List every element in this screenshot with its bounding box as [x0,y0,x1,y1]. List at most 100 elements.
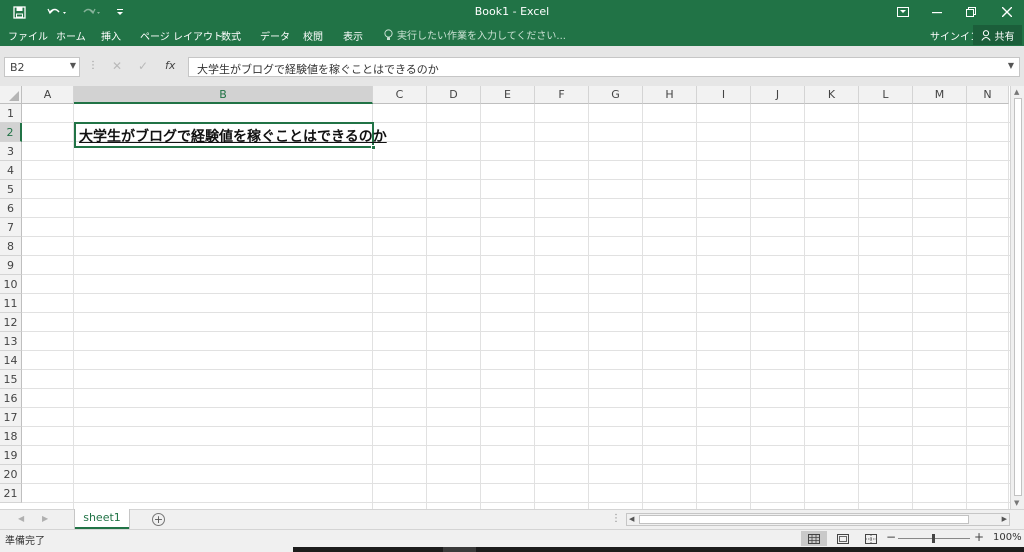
row-header-1[interactable]: 1 [0,104,22,123]
row-header-9[interactable]: 9 [0,256,22,275]
zoom-slider[interactable] [898,534,970,543]
column-header-c[interactable]: C [373,86,427,104]
column-header-j[interactable]: J [751,86,805,104]
previous-sheet-icon[interactable]: ◀ [18,514,24,523]
tab-home[interactable]: ホーム [56,28,86,43]
row-header-12[interactable]: 12 [0,313,22,332]
share-button[interactable]: 共有 [973,25,1022,45]
scroll-down-icon[interactable]: ▼ [1014,499,1019,507]
worksheet-grid[interactable]: ABCDEFGHIJKLMN 1 2 3 4 5 6 7 8 9 10 11 12 13 14 15 16 17… [0,86,1024,509]
normal-view-icon[interactable] [801,531,827,546]
row-header-16[interactable]: 16 [0,389,22,408]
scroll-left-icon[interactable]: ◀ [629,515,634,523]
row-header-14[interactable]: 14 [0,351,22,370]
page-break-view-icon[interactable] [858,531,884,546]
tab-data[interactable]: データ [260,28,290,43]
row-gridline [22,464,1010,465]
person-icon [980,29,991,41]
row-header-3[interactable]: 3 [0,142,22,161]
row-gridline [22,217,1010,218]
cell-b2-text: 大学生がブログで経験値を稼ぐことはできるのか [79,129,387,145]
column-header-e[interactable]: E [481,86,535,104]
zoom-level[interactable]: 100% [993,532,1022,543]
tab-page-layout[interactable]: ページ レイアウト [140,28,223,43]
row-header-5[interactable]: 5 [0,180,22,199]
select-all-button[interactable] [0,86,22,104]
vertical-scrollbar[interactable]: ▲ ▼ [1010,86,1024,509]
column-header-k[interactable]: K [805,86,859,104]
page-layout-view-icon[interactable] [830,531,856,546]
column-header-h[interactable]: H [643,86,697,104]
row-header-18[interactable]: 18 [0,427,22,446]
cancel-icon[interactable]: ✕ [112,59,122,73]
formula-content: 大学生がブログで経験値を稼ぐことはできるのか [197,63,439,76]
expand-formula-bar-icon[interactable]: ▼ [1008,61,1014,70]
column-header-m[interactable]: M [913,86,967,104]
horizontal-scroll-thumb[interactable] [639,515,969,524]
add-sheet-icon[interactable]: + [152,513,165,526]
name-box[interactable]: B2 ▼ [4,57,80,77]
row-header-15[interactable]: 15 [0,370,22,389]
column-header-f[interactable]: F [535,86,589,104]
row-header-19[interactable]: 19 [0,446,22,465]
title-bar: Book1 - Excel [0,0,1024,24]
column-gridline [534,104,535,509]
enter-icon[interactable]: ✓ [138,59,148,73]
restore-icon[interactable] [956,2,986,22]
zoom-slider-knob[interactable] [932,534,935,543]
column-gridline [966,104,967,509]
row-header-17[interactable]: 17 [0,408,22,427]
column-gridline [372,104,373,509]
status-bar: 準備完了 − + 100% [0,529,1024,547]
row-gridline [22,179,1010,180]
ribbon-tabs: ファイル ホーム 挿入 ページ レイアウト 数式 データ 校閲 表示 実行したい… [0,24,1024,46]
tell-me-text: 実行したい作業を入力してください... [397,31,566,42]
column-gridline [696,104,697,509]
chevron-down-icon[interactable]: ▼ [70,61,76,70]
tab-view[interactable]: 表示 [343,28,363,43]
next-sheet-icon[interactable]: ▶ [42,514,48,523]
horizontal-scrollbar[interactable]: ◀ ▶ [626,513,1010,526]
row-header-21[interactable]: 21 [0,484,22,503]
ribbon-display-options-icon[interactable] [888,2,918,22]
scroll-up-icon[interactable]: ▲ [1014,88,1019,96]
sheet-tab-sheet1[interactable]: sheet1 [75,509,129,529]
column-gridline [642,104,643,509]
row-header-8[interactable]: 8 [0,237,22,256]
minimize-icon[interactable] [922,2,952,22]
scroll-right-icon[interactable]: ▶ [1002,515,1007,523]
share-label: 共有 [994,31,1015,43]
tell-me-box[interactable]: 実行したい作業を入力してください... [384,27,566,42]
formula-input[interactable]: 大学生がブログで経験値を稼ぐことはできるのか ▼ [188,57,1020,77]
tab-split-handle-icon[interactable]: ⋮ [611,513,621,524]
insert-function-icon[interactable]: fx [165,59,175,72]
tab-review[interactable]: 校閲 [303,28,323,43]
row-header-2[interactable]: 2 [0,123,22,142]
row-header-6[interactable]: 6 [0,199,22,218]
column-header-d[interactable]: D [427,86,481,104]
tab-insert[interactable]: 挿入 [101,28,121,43]
vertical-scroll-thumb[interactable] [1014,98,1022,496]
formula-bar-grip-icon[interactable]: ⋮ [88,60,98,71]
row-gridline [22,483,1010,484]
close-icon[interactable] [992,2,1022,22]
row-header-10[interactable]: 10 [0,275,22,294]
tab-formulas[interactable]: 数式 [221,28,241,43]
row-header-20[interactable]: 20 [0,465,22,484]
column-header-l[interactable]: L [859,86,913,104]
column-header-g[interactable]: G [589,86,643,104]
column-header-n[interactable]: N [967,86,1009,104]
row-header-13[interactable]: 13 [0,332,22,351]
tab-file[interactable]: ファイル [8,28,48,43]
column-header-a[interactable]: A [22,86,74,104]
row-header-11[interactable]: 11 [0,294,22,313]
name-box-value: B2 [10,61,25,74]
taskbar-segment [443,547,476,552]
column-header-i[interactable]: I [697,86,751,104]
column-header-b[interactable]: B [74,86,373,104]
row-header-4[interactable]: 4 [0,161,22,180]
column-gridline [480,104,481,509]
zoom-in-button[interactable]: + [974,530,984,544]
row-header-7[interactable]: 7 [0,218,22,237]
zoom-out-button[interactable]: − [886,530,896,544]
